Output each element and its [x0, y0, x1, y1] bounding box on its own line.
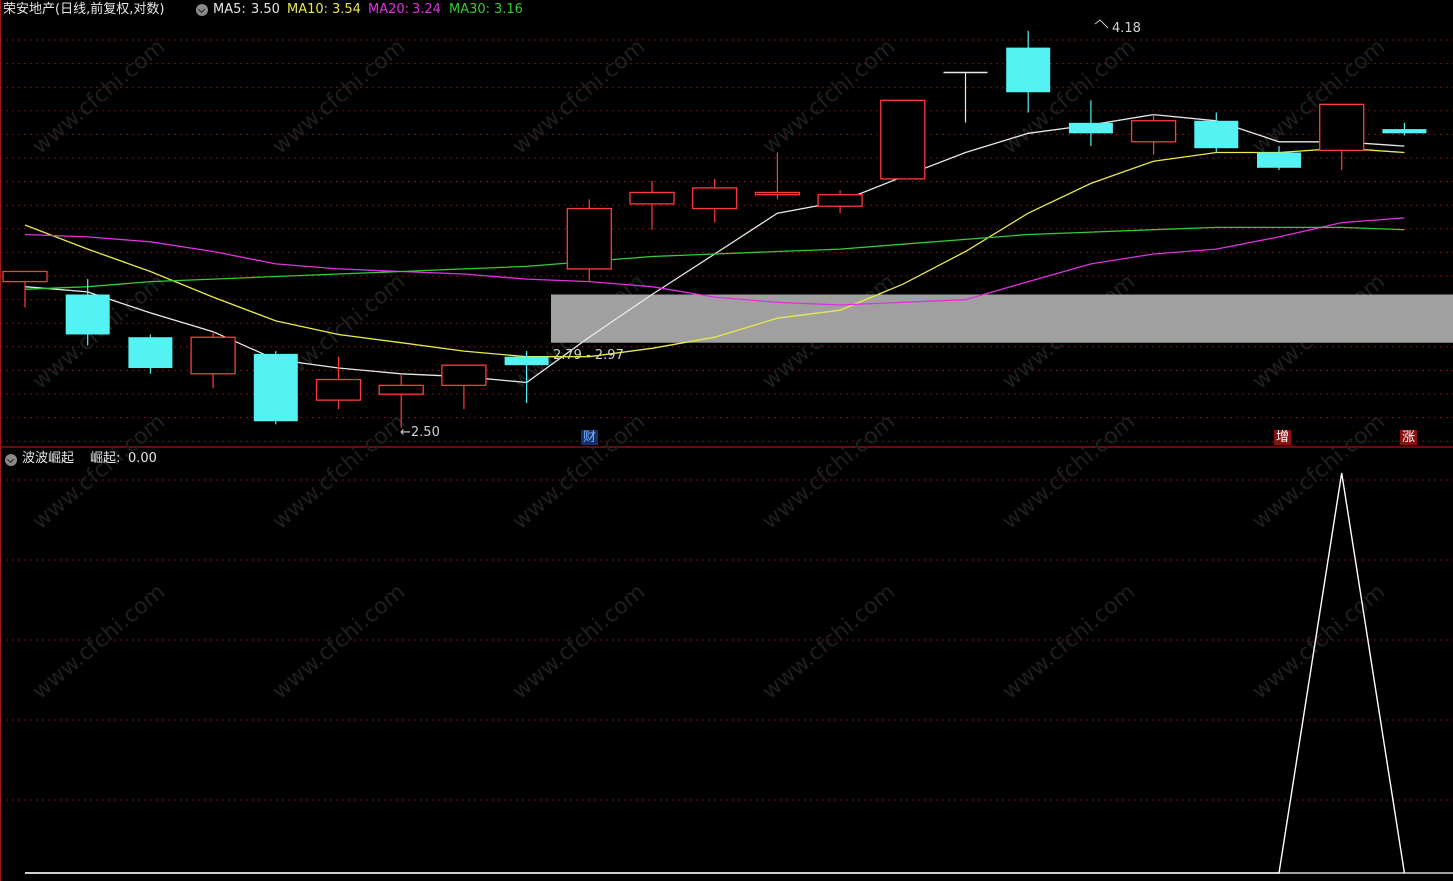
candle-body-up [817, 194, 863, 207]
candle-body-down [1068, 122, 1113, 134]
watermark-text: www.cfchi.com [28, 579, 170, 704]
candle-body-down [253, 353, 298, 422]
candle-body-up [1319, 103, 1365, 152]
candle-body-up [692, 187, 738, 210]
watermark-text: www.cfchi.com [1248, 409, 1390, 534]
ma10-label: MA10: [287, 2, 329, 17]
ma5-label: MA5: [213, 2, 246, 17]
candle-body-up [378, 384, 424, 395]
chart-window: { "header": { "title": "荣安地产(日线,前复权,对数)"… [0, 0, 1453, 881]
rise-badge[interactable]: 涨 [1400, 430, 1418, 445]
finance-badge[interactable]: 财 [581, 430, 599, 445]
candle-body-up [880, 99, 926, 180]
candle-body-down [1382, 129, 1427, 134]
ma5-value: 3.50 [251, 2, 280, 17]
main-chart-toggle-icon[interactable] [196, 4, 208, 16]
increase-badge[interactable]: 增 [1274, 430, 1292, 445]
candle-body-down [65, 294, 110, 335]
ma30-label: MA30: [449, 2, 491, 17]
candle-body-up [1130, 120, 1177, 143]
watermark-text: www.cfchi.com [268, 579, 410, 704]
watermark-text: www.cfchi.com [28, 34, 170, 159]
indicator-toggle-icon[interactable] [5, 454, 17, 466]
candle-body-up [629, 191, 675, 205]
watermark-text: www.cfchi.com [268, 34, 410, 159]
indicator-value-label: 崛起: [90, 451, 121, 466]
high-marker [1094, 19, 1109, 29]
indicator-value: 0.00 [128, 451, 157, 466]
watermark-text: www.cfchi.com [508, 409, 650, 534]
candle-body-down [1006, 47, 1051, 93]
candle-body-up [2, 270, 48, 283]
ma30-value: 3.16 [494, 2, 523, 17]
watermark-text: www.cfchi.com [1248, 34, 1390, 159]
candle-body-down [1194, 120, 1239, 149]
indicator-name: 波波崛起 [22, 451, 75, 466]
candle-body-up [566, 207, 612, 270]
chart-canvas: www.cfchi.com www.cfchi.com www.cfchi.com w… [0, 0, 1453, 881]
ma20-label: MA20: [368, 2, 410, 17]
zone-range-label: 2.79 - 2.97 [553, 348, 624, 363]
candle-body-down [1257, 152, 1301, 168]
candle-body-down [504, 356, 549, 366]
watermark-text: www.cfchi.com [998, 409, 1140, 534]
watermark-text: www.cfchi.com [508, 579, 650, 704]
indicator-line-崛起 [25, 472, 1406, 874]
ma-line-ma20 [24, 217, 1405, 306]
high-price-label: 4.18 [1112, 21, 1141, 36]
candle-body-up [315, 378, 362, 401]
candle-body-down [128, 337, 173, 369]
ma10-value: 3.54 [332, 2, 361, 17]
watermark-text: www.cfchi.com [758, 579, 900, 704]
chart-title: 荣安地产(日线,前复权,对数) [3, 2, 165, 17]
low-price-label: ←2.50 [400, 425, 440, 440]
watermark-text: www.cfchi.com [508, 34, 650, 159]
price-zone-box [551, 294, 1453, 343]
watermark-text: www.cfchi.com [28, 409, 170, 534]
watermark-text: www.cfchi.com [758, 34, 900, 159]
candle-body-up [441, 364, 487, 387]
ma-line-ma30 [24, 226, 1405, 290]
watermark-text: www.cfchi.com [268, 409, 410, 534]
ma20-value: 3.24 [412, 2, 441, 17]
watermark-text: www.cfchi.com [998, 579, 1140, 704]
candle-body-up [754, 191, 801, 196]
candle-body-up [190, 336, 236, 375]
watermark-text: www.cfchi.com [758, 409, 900, 534]
